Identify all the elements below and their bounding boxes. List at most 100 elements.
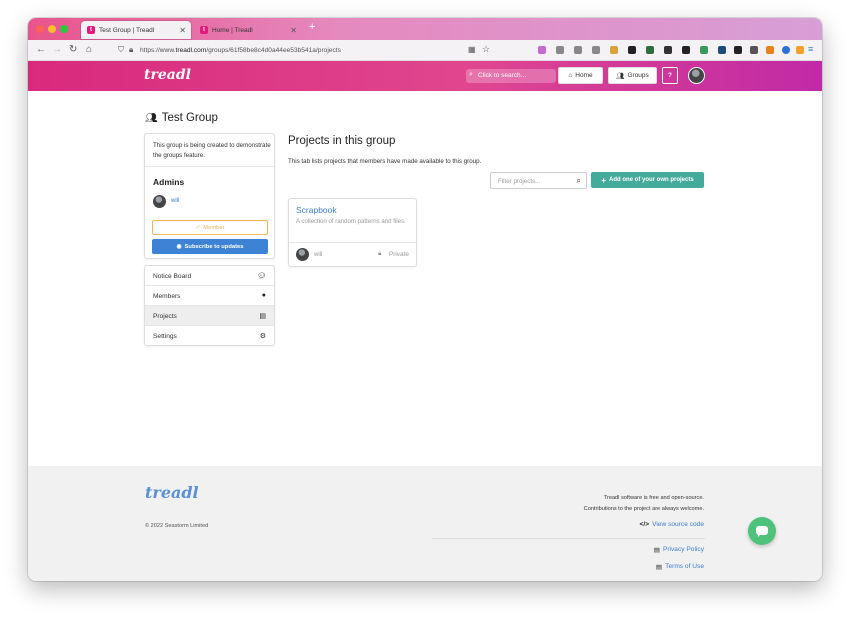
extension-icon[interactable] — [664, 46, 672, 54]
member-label: Member — [203, 224, 225, 231]
home-label: Home — [575, 72, 593, 79]
menu-item-label: Projects — [153, 313, 177, 320]
bookmark-star-icon[interactable]: ☆ — [482, 44, 490, 55]
browser-tab-bar: t Test Group | Treadl ✕ t Home | Treadl … — [28, 18, 822, 40]
admin-name-link[interactable]: will — [171, 198, 179, 204]
check-icon: ✓ — [195, 224, 201, 231]
extension-icon[interactable] — [796, 46, 804, 54]
menu-item-label: Members — [153, 293, 181, 300]
terms-label: Terms of Use — [665, 563, 704, 570]
back-icon[interactable]: ← — [36, 44, 46, 55]
extension-icon[interactable] — [782, 46, 790, 54]
search-icon: ⌕ — [469, 71, 473, 78]
browser-toolbar: ← → ↻ ⌂ ⛉ 🔒︎ https://www. treadl.com/grou… — [28, 40, 822, 61]
group-menu: Notice Board 💬︎ Members ● Projects ▤ Set… — [144, 265, 275, 346]
site-footer: treadl © 2022 Seastorm Limited Treadl so… — [28, 466, 822, 581]
forward-icon[interactable]: → — [52, 44, 62, 55]
project-description: A collection of random patterns and file… — [296, 218, 406, 225]
group-title-text: Test Group — [161, 112, 218, 124]
shield-icon[interactable]: ⛉ — [118, 45, 124, 55]
home-button[interactable]: ⌂ Home — [558, 67, 603, 84]
browser-tab[interactable]: t Home | Treadl ✕ — [194, 21, 302, 39]
divider — [432, 538, 705, 539]
search-placeholder: Click to search... — [478, 72, 527, 79]
extension-icon[interactable] — [610, 46, 618, 54]
plus-icon: + — [601, 175, 606, 185]
tab-title: Home | Treadl — [212, 26, 253, 34]
extension-icon[interactable] — [682, 46, 690, 54]
groups-button[interactable]: 👥︎ Groups — [608, 67, 657, 84]
gears-icon: ⚙ — [259, 333, 266, 340]
groups-label: Groups — [627, 72, 649, 79]
qr-icon[interactable]: ▦ — [468, 45, 476, 54]
extension-icon[interactable] — [628, 46, 636, 54]
divider — [289, 242, 416, 243]
new-tab-button[interactable]: + — [309, 21, 315, 33]
copyright-text: © 2022 Seastorm Limited — [145, 523, 209, 529]
url-host: treadl.com — [175, 47, 207, 54]
extension-icon[interactable] — [734, 46, 742, 54]
treadl-favicon-icon: t — [200, 26, 208, 34]
owner-avatar[interactable] — [296, 248, 309, 261]
extension-icon[interactable] — [646, 46, 654, 54]
home-icon[interactable]: ⌂ — [86, 44, 92, 55]
book-icon: ▤ — [653, 547, 660, 554]
extension-icon[interactable] — [718, 46, 726, 54]
page-content: 👥︎ Test Group This group is being create… — [28, 91, 822, 466]
footer-line-2: Contributions to the project are always … — [583, 506, 704, 512]
close-tab-icon[interactable]: ✕ — [179, 26, 186, 35]
view-source-label: View source code — [652, 521, 704, 528]
sidebar-icon[interactable] — [592, 46, 600, 54]
user-avatar[interactable] — [688, 67, 705, 84]
admin-avatar[interactable] — [153, 195, 166, 208]
extension-icon[interactable] — [700, 46, 708, 54]
project-owner[interactable]: will — [314, 252, 322, 258]
privacy-policy-link[interactable]: ▤ Privacy Policy — [654, 546, 704, 554]
group-info-card: This group is being created to demonstra… — [144, 133, 275, 259]
menu-item-label: Notice Board — [153, 273, 192, 280]
view-source-link[interactable]: </> View source code — [640, 521, 704, 528]
member-button[interactable]: ✓ Member — [152, 220, 268, 235]
pocket-icon[interactable] — [538, 46, 546, 54]
lock-icon: 🔒︎ — [378, 250, 382, 257]
help-label: ? — [668, 72, 672, 79]
help-button[interactable]: ? — [662, 67, 678, 84]
search-box[interactable]: ⌕ Click to search... — [466, 69, 556, 83]
library-icon[interactable] — [574, 46, 582, 54]
menu-item-projects[interactable]: Projects ▤ — [145, 306, 274, 326]
tab-title: Test Group | Treadl — [99, 26, 155, 34]
filter-projects-input[interactable]: Filter projects... ⌕ — [490, 172, 587, 189]
menu-icon[interactable]: ≡ — [808, 44, 813, 54]
code-icon: </> — [639, 521, 650, 528]
subscribe-button[interactable]: ◉ Subscribe to updates — [152, 239, 268, 254]
menu-item-members[interactable]: Members ● — [145, 286, 274, 306]
users-icon: 👥︎ — [145, 112, 158, 124]
terms-of-use-link[interactable]: ▤ Terms of Use — [656, 563, 704, 571]
minimize-window-dot[interactable] — [48, 25, 56, 33]
url-prefix: https://www. — [140, 47, 176, 54]
close-window-dot[interactable] — [36, 25, 44, 33]
add-project-button[interactable]: + Add one of your own projects — [591, 172, 704, 188]
add-project-label: Add one of your own projects — [609, 177, 694, 183]
close-tab-icon[interactable]: ✕ — [290, 26, 297, 35]
lock-icon[interactable]: 🔒︎ — [129, 45, 133, 55]
menu-item-notice-board[interactable]: Notice Board 💬︎ — [145, 266, 274, 286]
extension-icon[interactable] — [750, 46, 758, 54]
downloads-icon[interactable] — [556, 46, 564, 54]
book-icon: ▤ — [655, 564, 663, 571]
project-name[interactable]: Scrapbook — [296, 205, 337, 215]
users-icon: 👥︎ — [616, 72, 625, 80]
browser-tab-active[interactable]: t Test Group | Treadl ✕ — [81, 21, 191, 39]
treadl-logo[interactable]: treadl — [144, 67, 191, 83]
project-card[interactable]: Scrapbook A collection of random pattern… — [288, 198, 417, 267]
reload-icon[interactable]: ↻ — [69, 44, 77, 55]
subscribe-label: Subscribe to updates — [184, 243, 244, 250]
zoom-window-dot[interactable] — [60, 25, 68, 33]
group-title: 👥︎ Test Group — [145, 112, 218, 124]
search-icon: ⌕ — [576, 176, 581, 185]
projects-subtitle: This tab lists projects that members hav… — [288, 158, 482, 165]
menu-item-settings[interactable]: Settings ⚙ — [145, 326, 274, 345]
url-field[interactable]: https://www. treadl.com/groups/61f58be8c4… — [140, 42, 496, 59]
chat-widget-button[interactable] — [748, 517, 776, 545]
metamask-icon[interactable] — [766, 46, 774, 54]
